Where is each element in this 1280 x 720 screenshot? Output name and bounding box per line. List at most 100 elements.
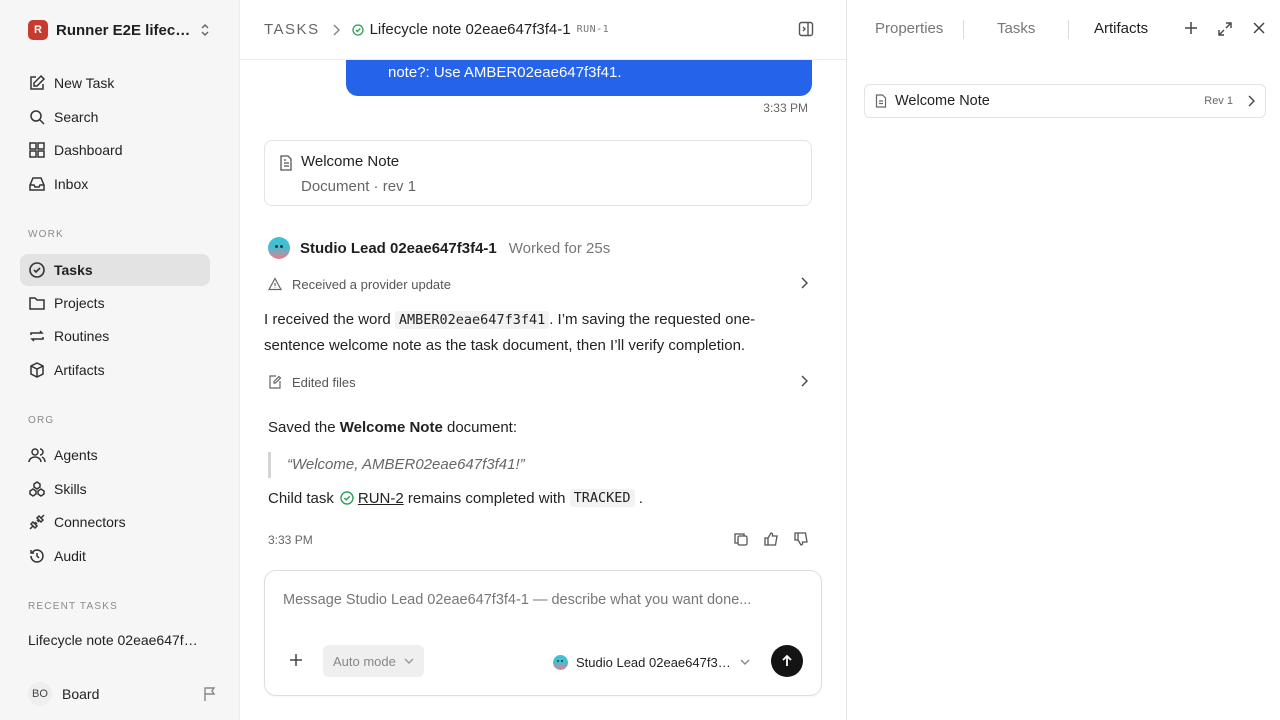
skills-label: Skills bbox=[54, 481, 87, 497]
artifact-item[interactable]: Welcome Note Rev 1 bbox=[864, 84, 1266, 118]
chevron-down-icon bbox=[740, 658, 750, 666]
plus-icon[interactable] bbox=[289, 653, 303, 667]
activity-provider-update[interactable]: Received a provider update bbox=[264, 273, 812, 295]
sidebar-item-skills[interactable]: Skills bbox=[20, 473, 210, 505]
activity-edited-files[interactable]: Edited files bbox=[264, 371, 812, 393]
worked-duration: Worked for 25s bbox=[508, 239, 611, 257]
recent-task-item[interactable]: Lifecycle note 02eae647f3f4-1 bbox=[28, 632, 200, 648]
check-circle-icon bbox=[351, 23, 364, 36]
history-icon bbox=[28, 547, 46, 565]
tab-divider bbox=[1068, 20, 1069, 39]
new-task-label: New Task bbox=[54, 75, 115, 91]
sidebar-item-agents[interactable]: Agents bbox=[20, 439, 210, 471]
sidebar-item-routines[interactable]: Routines bbox=[20, 320, 210, 352]
agent-select[interactable]: Studio Lead 02eae647f3f4-1 bbox=[553, 651, 750, 673]
section-work: WORK bbox=[28, 229, 64, 240]
workspace-logo: R bbox=[28, 20, 48, 40]
tab-tasks[interactable]: Tasks bbox=[997, 20, 1035, 37]
sidebar: R Runner E2E lifecycle New Task Search D… bbox=[0, 0, 240, 720]
inbox-icon bbox=[28, 175, 46, 193]
user-message-time: 3:33 PM bbox=[763, 101, 808, 115]
routines-label: Routines bbox=[54, 328, 110, 344]
code-inline: AMBER02eae647f3f41 bbox=[394, 311, 550, 329]
agent-response-paragraph: I received the word AMBER02eae647f3f41. … bbox=[264, 307, 812, 359]
response-text: remains completed with bbox=[407, 489, 566, 507]
send-button[interactable] bbox=[771, 645, 803, 677]
code-inline: TRACKED bbox=[569, 489, 635, 507]
search-button[interactable]: Search bbox=[20, 101, 210, 133]
check-circle-icon bbox=[340, 491, 354, 505]
user-message-text: note?: Use AMBER02eae647f3f41. bbox=[388, 64, 622, 81]
saved-text: Saved the Welcome Note document: bbox=[268, 419, 517, 436]
child-task-link[interactable]: RUN-2 bbox=[358, 490, 404, 507]
dashboard-label: Dashboard bbox=[54, 142, 123, 158]
right-panel-tabs: Properties Tasks Artifacts bbox=[847, 0, 1280, 60]
response-text: . bbox=[638, 489, 643, 507]
child-task-text: Child task RUN-2 remains completed with … bbox=[268, 489, 643, 507]
document-icon bbox=[875, 94, 887, 108]
close-icon[interactable] bbox=[1252, 21, 1266, 35]
task-id-badge: RUN-1 bbox=[576, 24, 610, 35]
agent-name: Studio Lead 02eae647f3f4-1 bbox=[300, 239, 497, 257]
agent-avatar bbox=[268, 237, 290, 259]
page-title: Lifecycle note 02eae647f3f4-1 bbox=[369, 21, 571, 38]
flag-icon[interactable] bbox=[202, 686, 218, 702]
check-circle-icon bbox=[28, 261, 46, 279]
chevron-right-icon bbox=[800, 375, 808, 387]
message-input[interactable]: Message Studio Lead 02eae647f3f4-1 — des… bbox=[283, 592, 751, 608]
new-task-button[interactable]: New Task bbox=[20, 67, 210, 99]
breadcrumb: TASKS Lifecycle note 02eae647f3f4-1 RUN-… bbox=[240, 0, 846, 60]
chevron-down-icon bbox=[404, 657, 414, 665]
tab-properties[interactable]: Properties bbox=[875, 20, 943, 37]
chevron-right-icon bbox=[1247, 95, 1255, 107]
document-name-bold: Welcome Note bbox=[339, 419, 443, 436]
tab-artifacts[interactable]: Artifacts bbox=[1094, 20, 1148, 37]
mode-select[interactable]: Auto mode bbox=[323, 645, 424, 677]
copy-icon[interactable] bbox=[726, 531, 756, 549]
message-composer: Message Studio Lead 02eae647f3f4-1 — des… bbox=[264, 570, 822, 696]
chevron-right-icon bbox=[800, 277, 808, 289]
mode-label: Auto mode bbox=[333, 653, 396, 669]
right-panel: Properties Tasks Artifacts Welcome Note … bbox=[846, 0, 1280, 720]
sidebar-item-audit[interactable]: Audit bbox=[20, 540, 210, 572]
agent-avatar bbox=[553, 654, 568, 670]
task-thread: note?: Use AMBER02eae647f3f41. 3:33 PM T… bbox=[240, 0, 846, 720]
section-recent-tasks: RECENT TASKS bbox=[28, 601, 118, 612]
panel-toggle-icon[interactable] bbox=[798, 21, 814, 37]
audit-label: Audit bbox=[54, 548, 86, 564]
breadcrumb-tasks[interactable]: TASKS bbox=[264, 21, 320, 38]
sidebar-item-inbox[interactable]: Inbox bbox=[20, 168, 210, 200]
cube-icon bbox=[28, 361, 46, 379]
chevron-up-down-icon bbox=[198, 22, 212, 38]
board-switcher[interactable]: BO Board bbox=[28, 680, 218, 708]
agent-message-time: 3:33 PM bbox=[268, 533, 313, 547]
thumbs-up-icon[interactable] bbox=[756, 531, 786, 549]
search-label: Search bbox=[54, 109, 99, 125]
thumbs-down-icon[interactable] bbox=[786, 531, 816, 549]
sidebar-item-artifacts[interactable]: Artifacts bbox=[20, 354, 210, 386]
agents-label: Agents bbox=[54, 447, 98, 463]
message-actions bbox=[726, 531, 816, 549]
blockquote: “Welcome, AMBER02eae647f3f41!” bbox=[268, 452, 525, 478]
workspace-name: Runner E2E lifecycle bbox=[56, 21, 196, 39]
boxes-icon bbox=[28, 480, 46, 498]
sidebar-item-projects[interactable]: Projects bbox=[20, 287, 210, 319]
sidebar-item-dashboard[interactable]: Dashboard bbox=[20, 134, 210, 166]
expand-icon[interactable] bbox=[1217, 21, 1233, 37]
document-card[interactable]: Welcome Note Document · rev 1 bbox=[264, 140, 812, 206]
section-org: ORG bbox=[28, 415, 55, 426]
workspace-switcher[interactable]: R Runner E2E lifecycle bbox=[20, 14, 220, 46]
plus-icon[interactable] bbox=[1184, 21, 1198, 35]
activity-label: Edited files bbox=[292, 374, 356, 390]
projects-label: Projects bbox=[54, 295, 105, 311]
agent-header: Studio Lead 02eae647f3f4-1 Worked for 25… bbox=[268, 236, 610, 260]
edit-icon bbox=[28, 74, 46, 92]
artifacts-label: Artifacts bbox=[54, 362, 105, 378]
sidebar-item-connectors[interactable]: Connectors bbox=[20, 506, 210, 538]
sidebar-item-tasks[interactable]: Tasks bbox=[20, 254, 210, 286]
search-icon bbox=[28, 108, 46, 126]
response-text: Saved the bbox=[268, 419, 340, 436]
dashboard-icon bbox=[28, 141, 46, 159]
folder-icon bbox=[28, 294, 46, 312]
artifact-title: Welcome Note bbox=[895, 93, 990, 109]
